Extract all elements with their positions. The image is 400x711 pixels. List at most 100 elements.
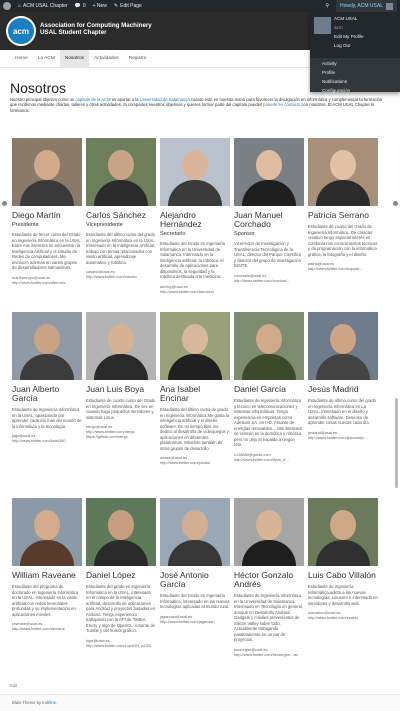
member-card: Diego Martín Presidente Estudiante de terc… — [12, 138, 82, 285]
member-contact[interactable]: s128880@gmail.com http://www.twitter.com… — [234, 452, 304, 462]
member-card: Luis Cabo Villalón Estudiante de Ingenier… — [308, 498, 378, 620]
menu-item-activity[interactable]: Activity — [322, 61, 400, 66]
member-name: Daniel García — [234, 384, 286, 394]
member-name: Jesús Madrid — [308, 384, 359, 394]
menu-item-configuracion[interactable]: Configuración — [322, 88, 400, 93]
edit-page-label: Edit Page — [120, 3, 142, 9]
member-contact[interactable]: luiscabov@usal.es http://www.twitter.com… — [308, 610, 378, 620]
usal-link[interactable]: Universidad de Salamanca — [140, 97, 190, 102]
logo-text: acm — [12, 26, 29, 36]
member-description: Estudiante de último curso del grado en … — [308, 398, 376, 425]
scrollbar[interactable] — [395, 398, 398, 488]
menu-item-profile[interactable]: Profile — [322, 70, 400, 75]
comments-link[interactable]: 💬 0 — [75, 3, 86, 9]
member-name: Juan Manuel Corchado — [234, 210, 283, 229]
acm-logo[interactable]: acm — [6, 16, 36, 46]
avatar — [386, 2, 393, 10]
member-role: Vicepresidente — [86, 222, 123, 228]
member-description: Estudiante de tercer curso del Grado en … — [12, 232, 82, 270]
member-photo — [308, 312, 378, 380]
nav-item-registro[interactable]: Registro — [124, 50, 152, 68]
photo-face — [34, 510, 60, 540]
member-role: Sponsor — [234, 231, 255, 237]
site-name-label: ACM USAL Chapter — [23, 3, 68, 9]
site-footer: Blain Theme by Indrilne. — [0, 694, 400, 711]
site-title-line1: Association for Computing Machinery — [40, 22, 152, 29]
new-content-button[interactable]: + New — [93, 3, 107, 9]
logout-link[interactable]: Log Out — [334, 43, 400, 48]
intro-paragraph: Nuestro principal objetivo como un capít… — [10, 97, 388, 113]
member-card: Patricia Serrano Estudiante de cuarto del… — [308, 138, 378, 271]
intro-text-1: Nuestro principal objetivo como un — [10, 97, 76, 102]
member-description: Estudiante de cuarto curso del Grado en … — [86, 398, 156, 420]
member-photo — [12, 138, 82, 206]
footer-text: Blain Theme by — [12, 700, 43, 705]
site-title[interactable]: Association for Computing Machinery USAL… — [40, 22, 152, 36]
member-contact[interactable]: patris@usal.es http://www.twitter.com/su… — [308, 261, 378, 271]
member-name: Diego Martín — [12, 210, 61, 220]
member-description: Estudiante de Ingeniería Informática en … — [12, 407, 82, 429]
member-card: Carlos Sánchez Vicepresidente Estudiante d… — [86, 138, 156, 279]
member-contact[interactable]: anaee@usal.es http://www.twitter.com/pix… — [160, 455, 230, 465]
member-contact[interactable]: jagarcian@usal.es http://www.twitter.com… — [160, 614, 230, 624]
menu-item-notifications[interactable]: Notifications — [322, 79, 400, 84]
nav-item-home[interactable]: Home — [10, 50, 33, 68]
photo-face — [108, 150, 134, 180]
photo-face — [330, 150, 356, 180]
page-title: Nosotros — [10, 80, 67, 96]
member-contact[interactable]: corchado@usal.es http://www.twitter.com/… — [234, 273, 304, 283]
account-username[interactable]: ACM USAL — [334, 16, 400, 21]
member-name: Patricia Serrano — [308, 210, 369, 220]
scroll-marker-icon — [393, 201, 398, 206]
howdy-label: Howdy, ACM USAL — [340, 3, 383, 9]
acm-chapter-link[interactable]: capítulo de la ACM — [75, 97, 110, 102]
edit-link[interactable]: Edit — [10, 683, 17, 688]
member-name: José Antonio García — [160, 570, 209, 589]
member-contact[interactable]: jagc@usal.es http://www.twitter.com/bunk… — [12, 433, 82, 443]
photo-face — [330, 510, 356, 540]
contact-link[interactable]: ponerte en contacto — [263, 102, 300, 107]
scroll-marker-icon — [2, 201, 7, 206]
member-photo — [234, 498, 304, 566]
member-description: Estudiante del Grado en Ingeniería Infor… — [160, 593, 230, 609]
member-description: Estudiante del Grado en Ingeniería Infor… — [160, 241, 225, 279]
theme-author-link[interactable]: Indrilne. — [42, 700, 57, 705]
site-name-link[interactable]: ⌂ ACM USAL Chapter — [18, 3, 68, 9]
member-description: Estudiante del programa de doctorado en … — [12, 584, 79, 617]
member-name: Ana Isabel Encinar — [160, 384, 201, 403]
main-content: Nosotros Nuestro principal objetivo como… — [0, 68, 400, 694]
member-contact[interactable]: jmadrid@usal.es http://www.twitter.com/j… — [308, 430, 378, 440]
member-contact[interactable]: alexhg@usal.es http://www.twitter.com/la… — [160, 284, 230, 294]
photo-face — [108, 510, 134, 540]
member-contact[interactable]: raveane@usal.es http://www.twitter.com/r… — [12, 621, 82, 631]
search-icon[interactable]: ⚲ — [325, 3, 329, 9]
nav-item-nosotros[interactable]: Nosotros — [59, 49, 90, 68]
nav-item-actividades[interactable]: Actividades — [89, 50, 124, 68]
edit-page-button[interactable]: ✎ Edit Page — [114, 3, 142, 9]
member-role: Secretario — [160, 231, 186, 237]
wordpress-logo-icon[interactable] — [3, 2, 11, 10]
member-contact[interactable]: martinarroyo@usal.es http://www.twitter.… — [12, 275, 82, 285]
member-contact[interactable]: ntrrgc@usal.es http://www.twitter.com/nt… — [86, 424, 156, 439]
member-contact[interactable]: casanc@usal.es http://www.twitter.com/ca… — [86, 269, 156, 279]
member-card: Juan Luis Boya Estudiante de cuarto curso… — [86, 312, 156, 439]
member-name: Daniel López — [86, 570, 136, 580]
photo-face — [182, 324, 208, 354]
my-account-button[interactable]: Howdy, ACM USAL — [336, 0, 397, 12]
site-title-line2: USAL Student Chapter — [40, 29, 107, 36]
member-contact[interactable]: lope@usal.es http://www.twitter.com/Lope… — [86, 638, 156, 648]
member-name: William Raveane — [12, 570, 76, 580]
member-photo — [160, 138, 230, 206]
edit-profile-link[interactable]: Edit My Profile — [334, 34, 400, 39]
comments-count: 0 — [82, 3, 86, 9]
nav-item-la-acm[interactable]: La ACM — [33, 50, 60, 68]
member-description: Estudiante del grado en Ingeniería Infor… — [86, 584, 156, 633]
photo-face — [34, 150, 60, 180]
photo-face — [108, 324, 134, 354]
member-photo — [86, 498, 156, 566]
photo-face — [182, 150, 208, 180]
photo-face — [256, 150, 282, 180]
member-contact[interactable]: hectorgon@usal.es http://www.twitter.com… — [234, 647, 304, 657]
member-name: Alejandro Hernández — [160, 210, 202, 229]
photo-face — [256, 510, 282, 540]
